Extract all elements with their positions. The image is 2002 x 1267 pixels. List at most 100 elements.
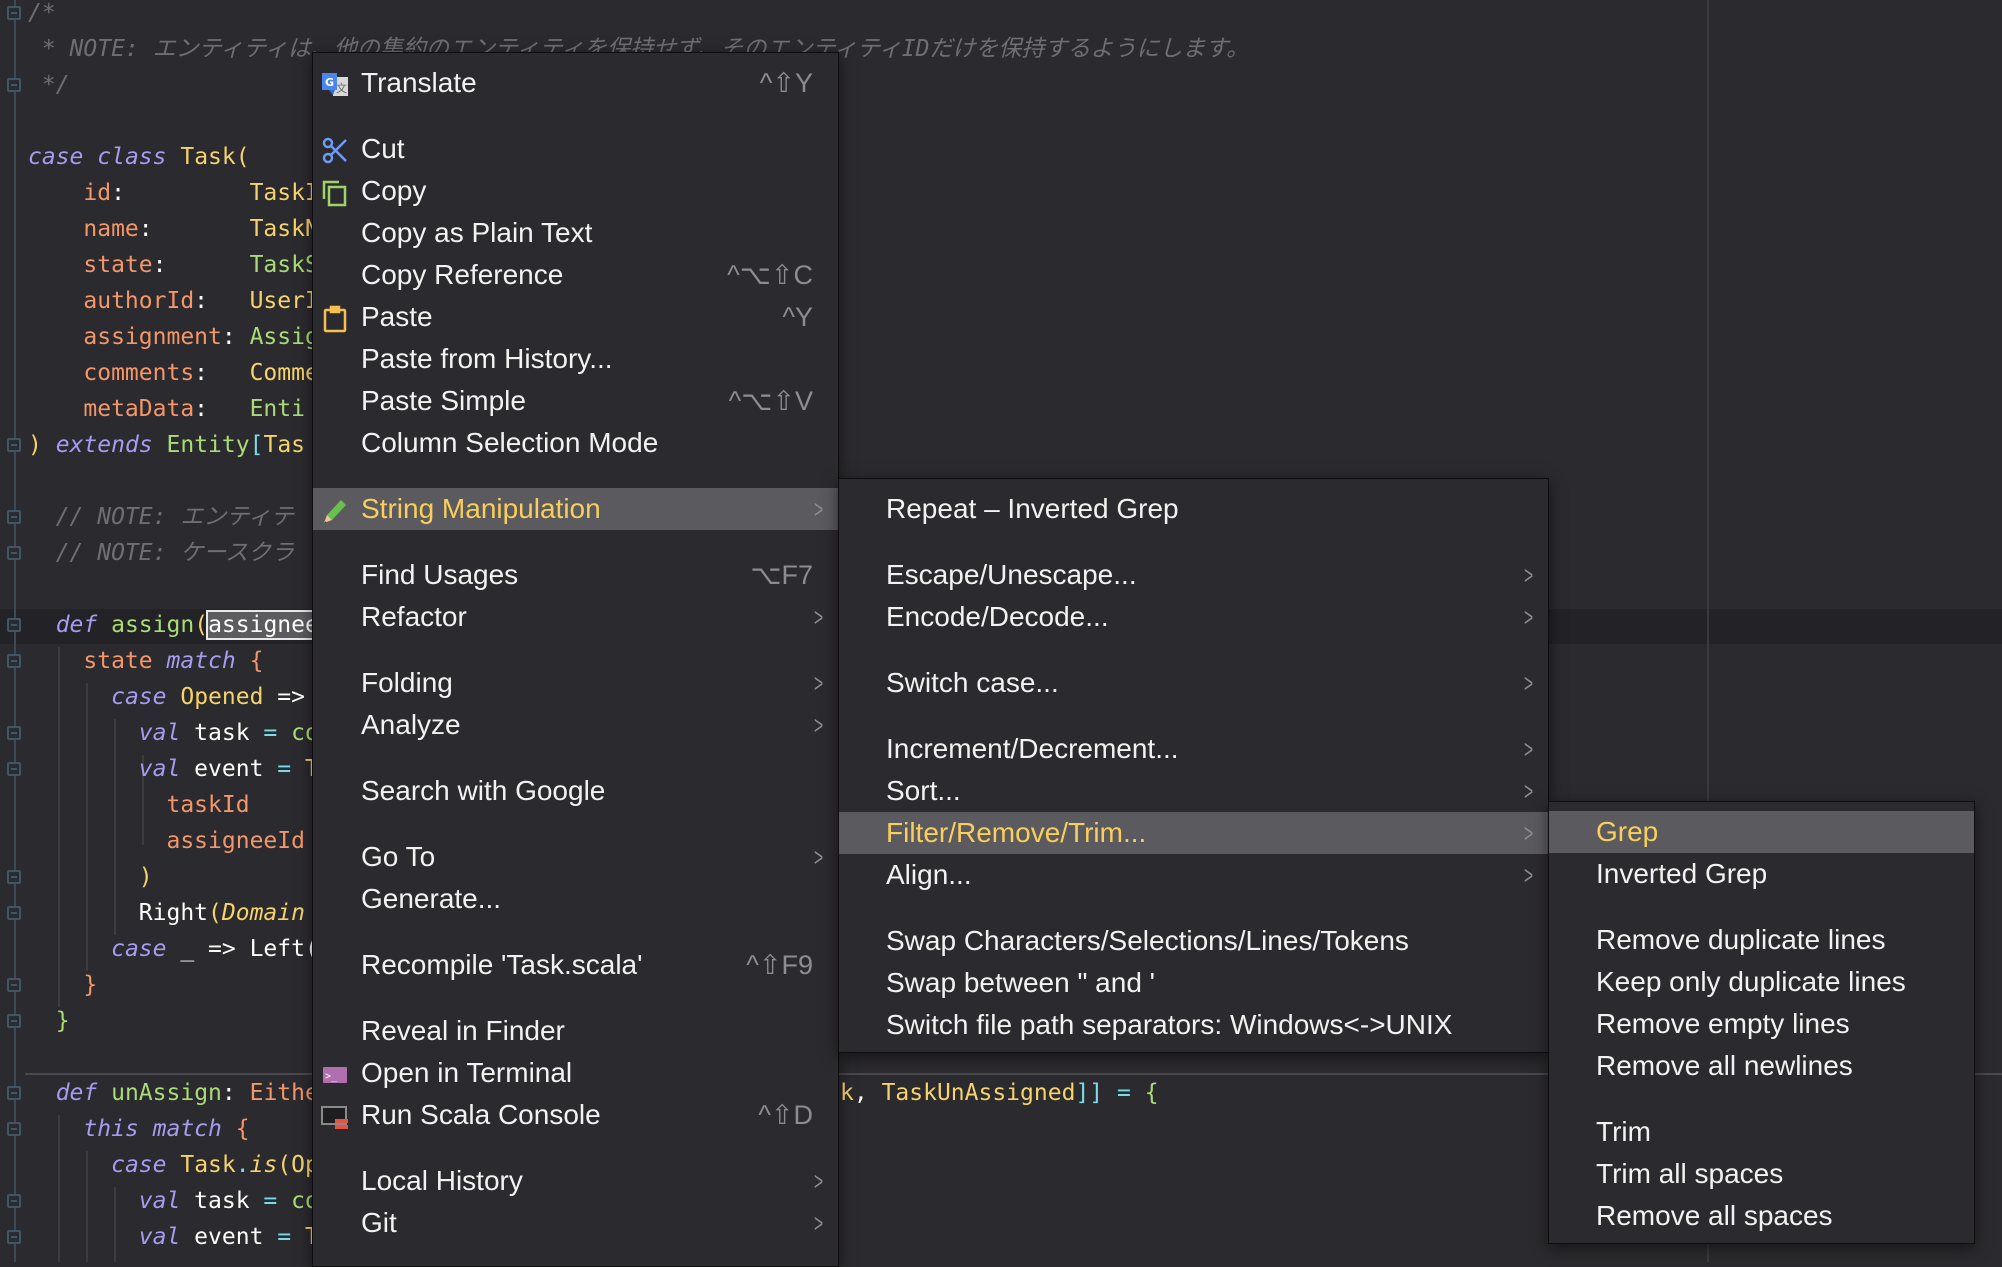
string-manipulation-item-filter-remove-trim[interactable]: Filter/Remove/Trim... >: [839, 812, 1548, 854]
context-menu-item-column-selection-mode[interactable]: Column Selection Mode: [313, 422, 838, 464]
string-manipulation-item-switch-case[interactable]: Switch case... >: [839, 662, 1548, 704]
string-manipulation-item-increment-decrement[interactable]: Increment/Decrement... >: [839, 728, 1548, 770]
fold-marker-icon[interactable]: [7, 906, 21, 920]
context-menu-item-reveal-in-finder[interactable]: Reveal in Finder: [313, 1010, 838, 1052]
code-line[interactable]: // NOTE: エンティテ: [28, 499, 294, 535]
code-line[interactable]: val event = T: [28, 1219, 319, 1255]
code-line[interactable]: // NOTE: ケースクラ: [28, 535, 294, 571]
fold-marker-icon[interactable]: [7, 1086, 21, 1100]
filter-item-remove-empty-lines[interactable]: Remove empty lines: [1549, 1003, 1974, 1045]
context-menu-item-go-to[interactable]: Go To >: [313, 836, 838, 878]
context-menu-item-recompile-task-scala[interactable]: Recompile 'Task.scala' ^⇧F9: [313, 944, 838, 986]
code-line[interactable]: assigneeId: [28, 823, 304, 859]
fold-marker-icon[interactable]: [7, 618, 21, 632]
context-menu-item-generate[interactable]: Generate...: [313, 878, 838, 920]
code-token: match: [152, 1116, 222, 1142]
filter-item-keep-only-duplicate-lines[interactable]: Keep only duplicate lines: [1549, 961, 1974, 1003]
context-menu-item-folding[interactable]: Folding >: [313, 662, 838, 704]
code-line[interactable]: this match {: [28, 1111, 249, 1147]
filter-item-remove-all-newlines[interactable]: Remove all newlines: [1549, 1045, 1974, 1087]
code-line[interactable]: ) extends Entity[Tas: [28, 427, 305, 463]
context-menu-item-copy[interactable]: Copy: [313, 170, 838, 212]
fold-marker-icon[interactable]: [7, 762, 21, 776]
fold-marker-icon[interactable]: [7, 438, 21, 452]
string-manipulation-item-align[interactable]: Align... >: [839, 854, 1548, 896]
context-menu-item-string-manipulation[interactable]: String Manipulation >: [313, 488, 838, 530]
code-line[interactable]: case Task.is(Op: [28, 1147, 319, 1183]
string-manipulation-item-swap-characters-selections-lines-tokens[interactable]: Swap Characters/Selections/Lines/Tokens: [839, 920, 1548, 962]
filter-item-trim-all-spaces[interactable]: Trim all spaces: [1549, 1153, 1974, 1195]
context-menu-item-search-with-google[interactable]: Search with Google: [313, 770, 838, 812]
code-token: UserI: [249, 288, 319, 314]
fold-marker-icon[interactable]: [7, 510, 21, 524]
context-menu-item-paste-simple[interactable]: Paste Simple ^⌥⇧V: [313, 380, 838, 422]
code-line[interactable]: name: TaskN: [28, 211, 318, 247]
code-line[interactable]: val event = T: [28, 751, 319, 787]
string-manipulation-item-repeat-inverted-grep[interactable]: Repeat – Inverted Grep: [839, 488, 1548, 530]
string-manipulation-item-encode-decode[interactable]: Encode/Decode... >: [839, 596, 1548, 638]
fold-marker-icon[interactable]: [7, 726, 21, 740]
filter-item-grep[interactable]: Grep: [1549, 811, 1974, 853]
context-menu-item-copy-reference[interactable]: Copy Reference ^⌥⇧C: [313, 254, 838, 296]
context-menu-item-open-in-terminal[interactable]: >_ Open in Terminal: [313, 1052, 838, 1094]
code-line[interactable]: def unAssign: Eithe: [28, 1075, 319, 1111]
code-line[interactable]: taskId: [28, 787, 249, 823]
code-line[interactable]: }: [28, 1003, 70, 1039]
string-manipulation-item-swap-between-and[interactable]: Swap between " and ': [839, 962, 1548, 1004]
filter-item-inverted-grep[interactable]: Inverted Grep: [1549, 853, 1974, 895]
code-line[interactable]: comments: Comme: [28, 355, 318, 391]
fold-marker-icon[interactable]: [7, 870, 21, 884]
code-line[interactable]: state match {: [28, 643, 263, 679]
translate-icon: 文G: [321, 69, 349, 97]
fold-marker-icon[interactable]: [7, 1194, 21, 1208]
context-menu-item-paste-from-history[interactable]: Paste from History...: [313, 338, 838, 380]
context-menu-item-copy-as-plain-text[interactable]: Copy as Plain Text: [313, 212, 838, 254]
context-menu-item-local-history[interactable]: Local History >: [313, 1160, 838, 1202]
chevron-right-icon: >: [1523, 668, 1533, 698]
code-line[interactable]: state: TaskS: [28, 247, 318, 283]
code-token: =: [263, 1188, 278, 1214]
fold-marker-icon[interactable]: [7, 654, 21, 668]
code-line[interactable]: def assign(assignee: [28, 607, 321, 643]
code-line-continuation[interactable]: k, TaskUnAssigned]] = {: [840, 1075, 1159, 1111]
code-token: event: [180, 1224, 278, 1250]
code-line[interactable]: Right(Domain: [28, 895, 305, 931]
fold-marker-icon[interactable]: [7, 1014, 21, 1028]
fold-marker-icon[interactable]: [7, 546, 21, 560]
filter-item-remove-all-spaces[interactable]: Remove all spaces: [1549, 1195, 1974, 1237]
code-line[interactable]: val task = co: [28, 1183, 319, 1219]
string-manipulation-item-switch-file-path-separators-windows-unix[interactable]: Switch file path separators: Windows<->U…: [839, 1004, 1548, 1046]
fold-marker-icon[interactable]: [7, 1122, 21, 1136]
code-line[interactable]: case _ => Left(: [28, 931, 319, 967]
filter-item-remove-duplicate-lines[interactable]: Remove duplicate lines: [1549, 919, 1974, 961]
string-manipulation-item-sort[interactable]: Sort... >: [839, 770, 1548, 812]
code-token: this: [83, 1116, 139, 1142]
code-line[interactable]: */: [28, 67, 70, 103]
code-line[interactable]: val task = co: [28, 715, 319, 751]
code-line[interactable]: authorId: UserI: [28, 283, 319, 319]
code-line[interactable]: metaData: Enti: [28, 391, 305, 427]
context-menu-item-run-scala-console[interactable]: Run Scala Console ^⇧D: [313, 1094, 838, 1136]
menu-item-label: Trim: [1596, 1116, 1651, 1147]
filter-item-trim[interactable]: Trim: [1549, 1111, 1974, 1153]
code-line[interactable]: case Opened =>: [28, 679, 305, 715]
fold-marker-icon[interactable]: [7, 6, 21, 20]
terminal-icon: >_: [321, 1059, 349, 1087]
context-menu-item-analyze[interactable]: Analyze >: [313, 704, 838, 746]
fold-marker-icon[interactable]: [7, 978, 21, 992]
code-line[interactable]: id: TaskI: [28, 175, 318, 211]
context-menu-item-refactor[interactable]: Refactor >: [313, 596, 838, 638]
code-line[interactable]: /*: [28, 0, 56, 31]
code-line[interactable]: }: [28, 967, 97, 1003]
context-menu-item-find-usages[interactable]: Find Usages ⌥F7: [313, 554, 838, 596]
code-line[interactable]: case class Task(: [28, 139, 250, 175]
code-line[interactable]: assignment: Assig: [28, 319, 318, 355]
fold-marker-icon[interactable]: [7, 78, 21, 92]
code-line[interactable]: ): [28, 859, 153, 895]
context-menu-item-cut[interactable]: Cut: [313, 128, 838, 170]
context-menu-item-git[interactable]: Git >: [313, 1202, 838, 1244]
context-menu-item-paste[interactable]: Paste ^Y: [313, 296, 838, 338]
string-manipulation-item-escape-unescape[interactable]: Escape/Unescape... >: [839, 554, 1548, 596]
fold-marker-icon[interactable]: [7, 1230, 21, 1244]
context-menu-item-translate[interactable]: 文 G Translate ^⇧Y: [313, 62, 838, 104]
